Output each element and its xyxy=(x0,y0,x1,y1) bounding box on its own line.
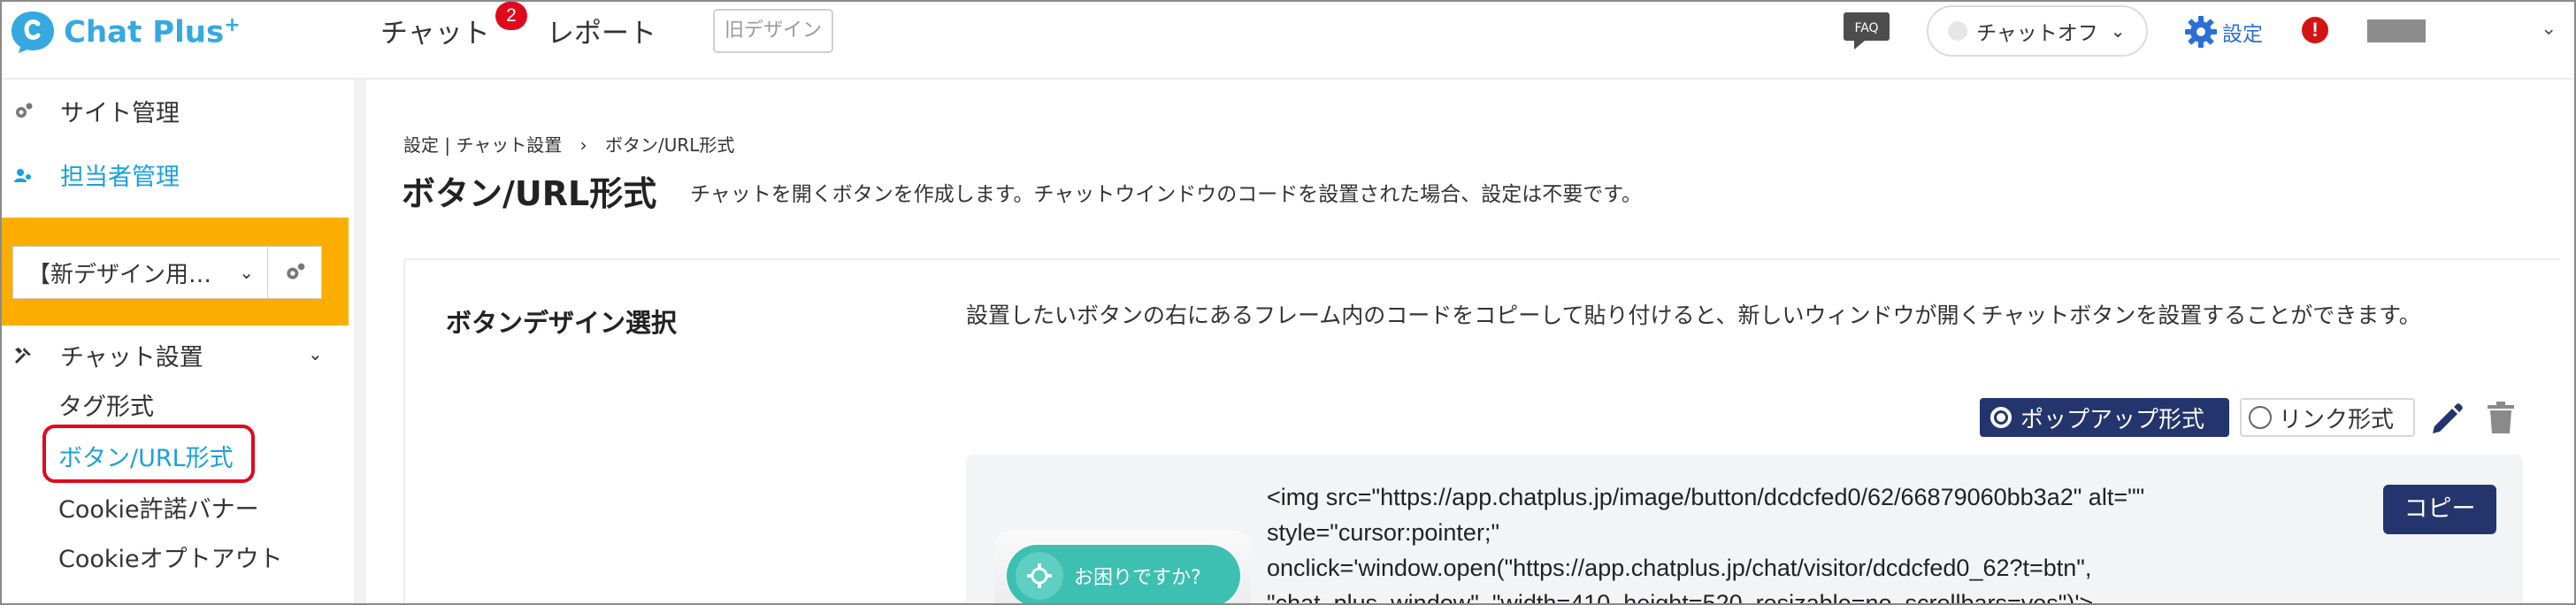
sidebar-subitem-cookie-banner[interactable]: Cookie許諾バナー xyxy=(58,490,259,525)
sidebar-item-label: 担当者管理 xyxy=(60,164,180,191)
alert-icon[interactable]: ! xyxy=(2302,17,2328,43)
copy-button[interactable]: コピー xyxy=(2383,485,2496,534)
gear-small-icon xyxy=(287,263,305,280)
tools-icon xyxy=(11,343,35,368)
gear-icon xyxy=(1016,552,1063,600)
radio-unselected-icon xyxy=(2249,406,2272,429)
site-select-value: 【新デザイン用… xyxy=(27,261,212,288)
sidebar-item-label: チャット設置 xyxy=(60,344,203,371)
chatplus-logo[interactable]: Chat Plus+ xyxy=(9,9,241,55)
button-preview-pill: お困りですか? xyxy=(1007,545,1240,603)
breadcrumb: 設定 | チャット設置 › ボタン/URL形式 xyxy=(403,131,734,157)
settings-label: 設定 xyxy=(2222,23,2263,46)
trash-icon[interactable] xyxy=(2486,400,2516,435)
chevron-down-icon: ⌄ xyxy=(2110,20,2126,42)
chat-status-label: チャットオフ xyxy=(1976,22,2098,45)
logo-text: Chat Plus+ xyxy=(64,13,241,50)
button-preview-text: お困りですか? xyxy=(1074,567,1201,589)
breadcrumb-separator: › xyxy=(579,134,587,156)
sidebar-item-site-admin[interactable]: サイト管理 xyxy=(11,94,180,128)
site-settings-button[interactable] xyxy=(267,246,322,299)
mode-popup-radio[interactable]: ポップアップ形式 xyxy=(1980,398,2229,437)
radio-selected-icon xyxy=(1990,407,2012,428)
top-header: Chat Plus+ チャット 2 レポート 旧デザイン FAQ チャットオフ … xyxy=(2,2,2574,80)
app-window: Chat Plus+ チャット 2 レポート 旧デザイン FAQ チャットオフ … xyxy=(0,0,2576,605)
svg-text:FAQ: FAQ xyxy=(1854,21,1878,35)
chatplus-logo-icon xyxy=(9,9,57,55)
mode-link-label: リンク形式 xyxy=(2279,406,2395,433)
chevron-down-icon[interactable]: ⌄ xyxy=(308,343,323,364)
users-icon xyxy=(11,163,35,188)
user-menu-chevron-icon[interactable]: ⌄ xyxy=(2541,18,2557,40)
gear-small-icon xyxy=(11,99,35,124)
section-label: ボタンデザイン選択 xyxy=(446,308,678,338)
sidebar-item-staff-admin[interactable]: 担当者管理 xyxy=(11,157,180,192)
breadcrumb-link[interactable]: 設定 | チャット設置 xyxy=(403,134,562,156)
nav-chat[interactable]: チャット xyxy=(380,11,490,50)
chevron-down-icon: ⌄ xyxy=(239,262,254,283)
sidebar-subitem-tag[interactable]: タグ形式 xyxy=(58,387,154,422)
sidebar-subitem-cookie-optout[interactable]: Cookieオプトアウト xyxy=(58,540,283,574)
settings-link[interactable]: 設定 xyxy=(2183,14,2263,50)
pencil-icon[interactable] xyxy=(2429,400,2465,435)
breadcrumb-current: ボタン/URL形式 xyxy=(604,134,735,156)
old-design-button[interactable]: 旧デザイン xyxy=(713,9,833,53)
annotation-highlight-box xyxy=(42,425,255,483)
nav-report[interactable]: レポート xyxy=(547,11,656,50)
sidebar-scrollbar[interactable] xyxy=(354,80,366,603)
user-avatar[interactable] xyxy=(2367,19,2426,42)
chat-status-toggle[interactable]: チャットオフ ⌄ xyxy=(1927,5,2148,57)
sidebar-item-label: サイト管理 xyxy=(60,100,180,127)
section-description: 設置したいボタンの右にあるフレーム内のコードをコピーして貼り付けると、新しいウィ… xyxy=(966,302,2421,328)
mode-popup-label: ポップアップ形式 xyxy=(2020,406,2205,433)
page-scrollbar[interactable] xyxy=(2560,80,2574,603)
gear-icon xyxy=(2185,16,2217,48)
embed-code-text[interactable]: <img src="https://app.chatplus.jp/image/… xyxy=(1267,479,2311,603)
sidebar-item-chat-settings[interactable]: チャット設置 xyxy=(11,338,203,372)
page-title: ボタン/URL形式 xyxy=(402,174,657,213)
status-dot-icon xyxy=(1948,21,1967,41)
chat-notification-badge: 2 xyxy=(495,2,527,30)
page-description: チャットを開くボタンを作成します。チャットウインドウのコードを設置された場合、設… xyxy=(690,183,1642,206)
faq-icon[interactable]: FAQ xyxy=(1842,11,1893,51)
mode-link-radio[interactable]: リンク形式 xyxy=(2240,398,2415,437)
site-select-dropdown[interactable]: 【新デザイン用… ⌄ xyxy=(12,246,269,299)
